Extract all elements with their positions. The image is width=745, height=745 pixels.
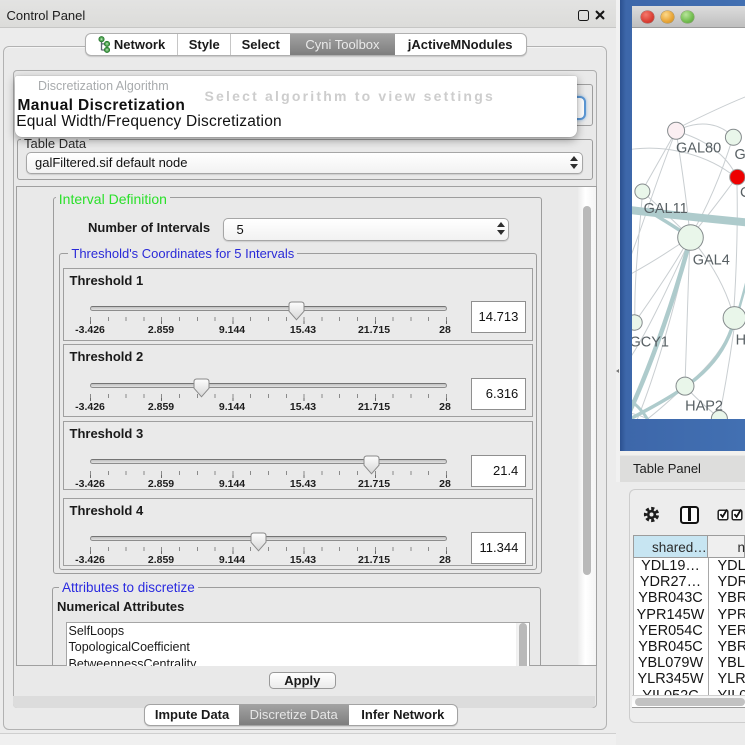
svg-text:GAL11: GAL11 (643, 201, 687, 217)
svg-text:C: C (740, 185, 745, 201)
svg-text:HAP2: HAP2 (685, 398, 723, 414)
svg-text:GAL4: GAL4 (692, 252, 729, 268)
svg-text:GCY1: GCY1 (632, 334, 669, 350)
svg-text:H: H (735, 332, 745, 348)
svg-text:GA: GA (734, 147, 745, 163)
svg-text:GAL80: GAL80 (676, 140, 721, 156)
